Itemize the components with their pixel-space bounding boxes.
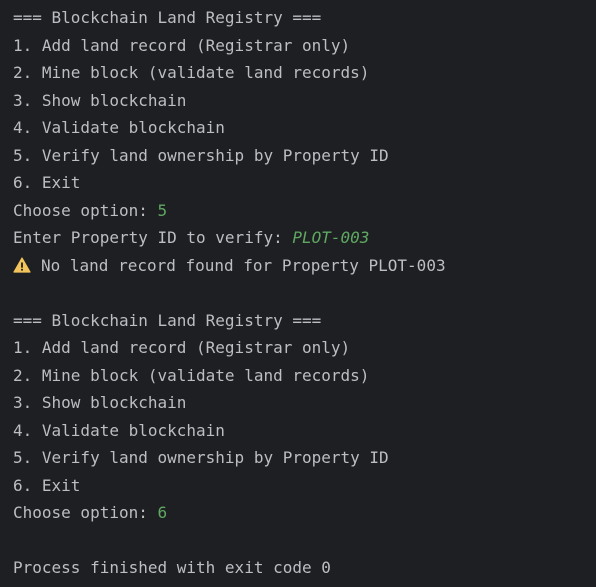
menu-header: === Blockchain Land Registry === bbox=[13, 8, 322, 27]
user-input-choice: 6 bbox=[157, 503, 168, 522]
user-input-choice: 5 bbox=[157, 200, 168, 220]
menu-item-validate-blockchain: 4. Validate blockchain bbox=[13, 420, 225, 440]
warning-triangle-icon bbox=[13, 254, 31, 273]
menu-item-show-blockchain: 3. Show blockchain bbox=[13, 393, 187, 412]
verify-prompt: Enter Property ID to verify: bbox=[13, 228, 293, 247]
menu-item-mine-block: 2. Mine block (validate land records) bbox=[13, 365, 370, 385]
menu-item-exit: 6. Exit bbox=[13, 173, 81, 192]
choose-option-line: Choose option: 6 bbox=[13, 499, 596, 527]
menu-item-validate-blockchain: 4. Validate blockchain bbox=[13, 118, 225, 137]
user-input-property-id: PLOT-003 bbox=[292, 228, 370, 247]
console-output: === Blockchain Land Registry === 1. Add … bbox=[0, 0, 596, 587]
menu-item-mine-block: 2. Mine block (validate land records) bbox=[13, 63, 370, 82]
menu-item-show-blockchain: 3. Show blockchain bbox=[13, 90, 187, 110]
verify-prompt-line: Enter Property ID to verify: PLOT-003 bbox=[13, 224, 596, 252]
menu-item-add-land-record: 1. Add land record (Registrar only) bbox=[13, 35, 351, 55]
process-exit-message: Process finished with exit code 0 bbox=[13, 558, 331, 577]
choose-option-prompt: Choose option: bbox=[13, 503, 158, 522]
warning-line: No land record found for Property PLOT-0… bbox=[13, 252, 596, 280]
menu-item-add-land-record: 1. Add land record (Registrar only) bbox=[13, 338, 351, 357]
warning-message: No land record found for Property PLOT-0… bbox=[41, 255, 446, 275]
menu-item-verify-ownership: 5. Verify land ownership by Property ID bbox=[13, 448, 389, 467]
menu-item-verify-ownership: 5. Verify land ownership by Property ID bbox=[13, 145, 389, 165]
menu-header: === Blockchain Land Registry === bbox=[13, 310, 322, 330]
choose-option-prompt: Choose option: bbox=[13, 200, 158, 220]
menu-item-exit: 6. Exit bbox=[13, 475, 81, 495]
choose-option-line: Choose option: 5 bbox=[13, 197, 596, 225]
